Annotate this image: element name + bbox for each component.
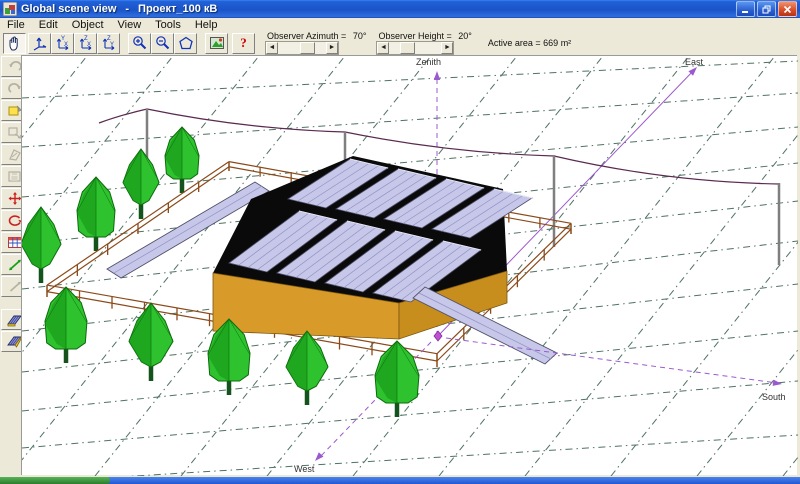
zoom-in-icon xyxy=(131,35,149,51)
taskbar[interactable] xyxy=(0,477,800,484)
height-right-arrow[interactable]: ► xyxy=(441,42,453,54)
zoom-in-button[interactable] xyxy=(128,33,151,54)
east-label: East xyxy=(685,57,703,67)
close-button[interactable] xyxy=(778,1,797,17)
start-button-fragment[interactable] xyxy=(0,477,110,484)
azimuth-slider[interactable]: ◄ ► xyxy=(265,41,339,55)
menu-help[interactable]: Help xyxy=(188,19,225,31)
help-button[interactable]: ? xyxy=(232,33,255,54)
menu-file[interactable]: File xyxy=(0,19,32,31)
axes-yz-icon: ZY xyxy=(100,35,118,51)
titlebar: Global scene view - Проект_100 кВ xyxy=(0,0,800,18)
scene-render-button[interactable] xyxy=(205,33,228,54)
west-label: West xyxy=(294,464,314,474)
view-xy-button[interactable]: YX xyxy=(51,33,74,54)
zoom-window-button[interactable] xyxy=(174,33,197,54)
svg-text:X: X xyxy=(64,42,68,48)
axes-xy-icon: YX xyxy=(54,35,72,51)
polygon-icon xyxy=(177,35,195,51)
axes-3d-icon xyxy=(31,35,49,51)
axes-xz-icon: ZX xyxy=(77,35,95,51)
active-area-value: 669 m² xyxy=(543,38,571,48)
height-label: Observer Height = xyxy=(378,31,451,41)
view-yz-button[interactable]: ZY xyxy=(97,33,120,54)
scene-viewport[interactable]: Zenith East South West xyxy=(21,55,797,475)
help-icon: ? xyxy=(240,35,247,51)
observer-azimuth-group: Observer Azimuth = 70° ◄ ► xyxy=(265,31,366,55)
main-toolbar: YX ZX ZY xyxy=(0,31,800,55)
menu-view[interactable]: View xyxy=(111,19,149,31)
height-left-arrow[interactable]: ◄ xyxy=(377,42,389,54)
height-slider[interactable]: ◄ ► xyxy=(376,41,454,55)
restore-button[interactable] xyxy=(757,1,776,17)
azimuth-value: 70° xyxy=(353,31,367,41)
azimuth-left-arrow[interactable]: ◄ xyxy=(266,42,278,54)
project-name: Проект_100 кВ xyxy=(138,3,217,15)
height-value: 20° xyxy=(458,31,472,41)
window-title: Global scene view xyxy=(21,3,116,15)
azimuth-right-arrow[interactable]: ► xyxy=(326,42,338,54)
pan-button[interactable] xyxy=(3,33,26,54)
menubar: File Edit Object View Tools Help xyxy=(0,18,800,31)
azimuth-thumb[interactable] xyxy=(300,42,315,54)
azimuth-label: Observer Azimuth = xyxy=(267,31,346,41)
menu-edit[interactable]: Edit xyxy=(32,19,65,31)
scene-canvas[interactable] xyxy=(22,56,798,476)
view-xz-button[interactable]: ZX xyxy=(74,33,97,54)
zoom-out-button[interactable] xyxy=(151,33,174,54)
zenith-label: Zenith xyxy=(416,57,441,67)
zoom-out-icon xyxy=(154,35,172,51)
minimize-button[interactable] xyxy=(736,1,755,17)
active-area-label: Active area = xyxy=(488,38,541,48)
hand-icon xyxy=(6,35,24,51)
observer-height-group: Observer Height = 20° ◄ ► xyxy=(376,31,471,55)
menu-tools[interactable]: Tools xyxy=(148,19,188,31)
south-label: South xyxy=(762,392,786,402)
height-thumb[interactable] xyxy=(400,42,415,54)
app-window: Global scene view - Проект_100 кВ File E… xyxy=(0,0,800,477)
title-separator: - xyxy=(125,3,129,15)
scene-render-icon xyxy=(208,35,226,51)
svg-text:X: X xyxy=(87,42,91,48)
app-icon xyxy=(3,2,17,16)
view-3d-button[interactable] xyxy=(28,33,51,54)
svg-text:Y: Y xyxy=(110,42,114,48)
menu-object[interactable]: Object xyxy=(65,19,111,31)
